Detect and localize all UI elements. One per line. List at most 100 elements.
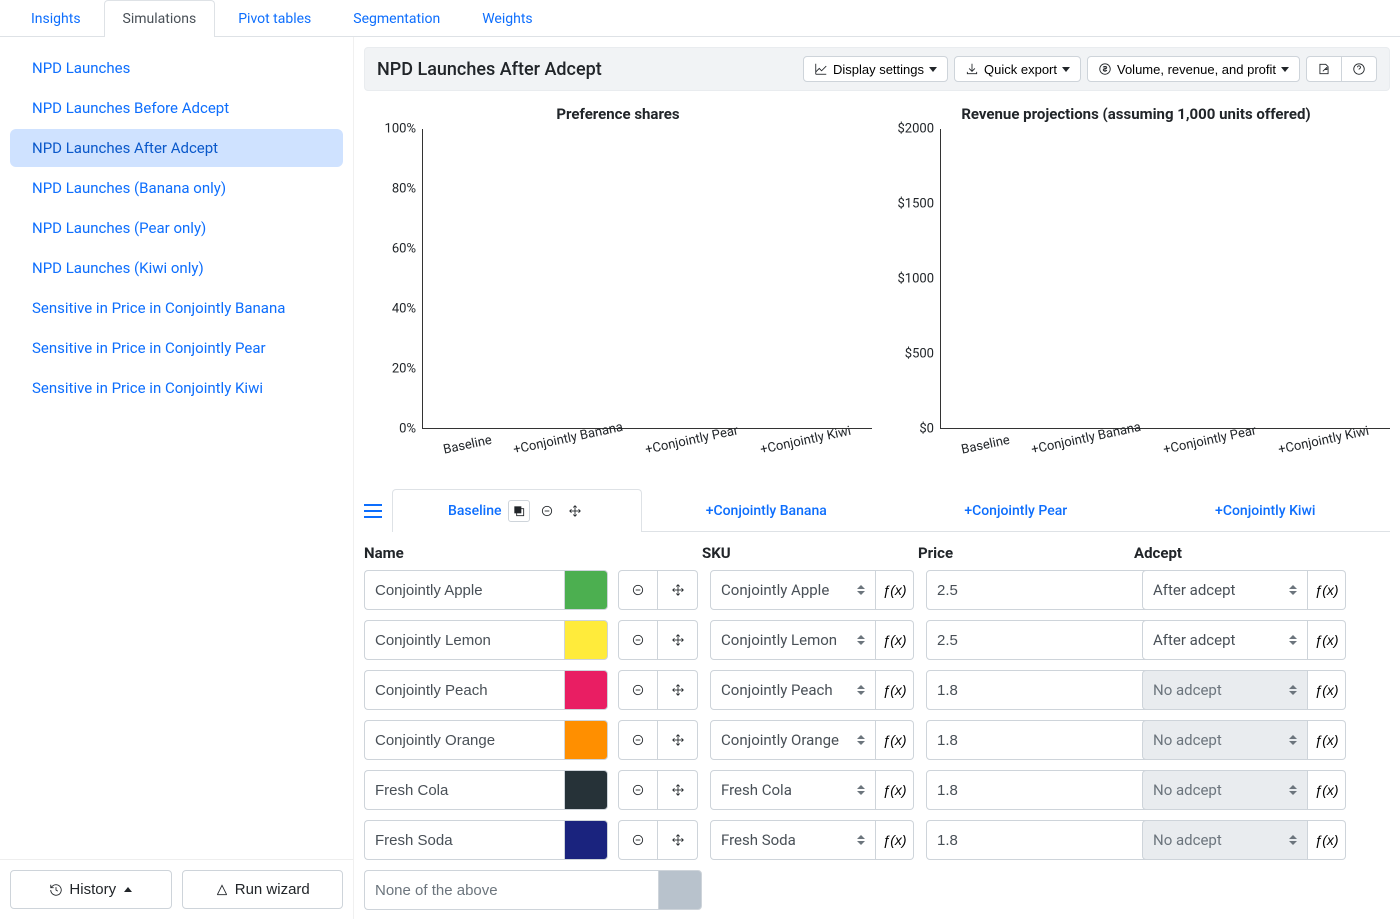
sku-select[interactable]: Conjointly Apple bbox=[710, 570, 876, 610]
color-swatch[interactable] bbox=[564, 820, 608, 860]
scenario-tab[interactable]: +Conjointly Kiwi bbox=[1141, 489, 1391, 532]
price-input[interactable] bbox=[926, 820, 1147, 860]
tab-segmentation[interactable]: Segmentation bbox=[334, 0, 459, 37]
move-button[interactable] bbox=[658, 820, 698, 860]
sidebar-item[interactable]: Sensitive in Price in Conjointly Kiwi bbox=[10, 369, 343, 407]
move-button[interactable] bbox=[658, 620, 698, 660]
fx-button[interactable]: ƒ(x) bbox=[876, 620, 914, 660]
adcept-select[interactable]: After adcept bbox=[1142, 620, 1308, 660]
sku-select[interactable]: Conjointly Orange bbox=[710, 720, 876, 760]
color-swatch[interactable] bbox=[564, 670, 608, 710]
sidebar-item[interactable]: NPD Launches (Banana only) bbox=[10, 169, 343, 207]
sku-select[interactable]: Conjointly Peach bbox=[710, 670, 876, 710]
history-button[interactable]: History bbox=[10, 870, 172, 909]
y-tick: 40% bbox=[392, 302, 416, 317]
sidebar-item[interactable]: NPD Launches After Adcept bbox=[10, 129, 343, 167]
scenario-tab-label: +Conjointly Banana bbox=[706, 503, 827, 519]
remove-button[interactable] bbox=[618, 620, 658, 660]
remove-button[interactable] bbox=[618, 770, 658, 810]
scenario-tab[interactable]: +Conjointly Banana bbox=[642, 489, 892, 532]
display-settings-button[interactable]: Display settings bbox=[803, 56, 948, 82]
price-input[interactable] bbox=[926, 570, 1147, 610]
remove-button[interactable] bbox=[618, 670, 658, 710]
move-button[interactable] bbox=[658, 770, 698, 810]
sidebar-item[interactable]: NPD Launches (Pear only) bbox=[10, 209, 343, 247]
fx-button[interactable]: ƒ(x) bbox=[1308, 570, 1346, 610]
move-icon[interactable] bbox=[564, 500, 586, 522]
fx-button[interactable]: ƒ(x) bbox=[1308, 770, 1346, 810]
tab-simulations[interactable]: Simulations bbox=[104, 0, 216, 37]
x-label: +Conjointly Banana bbox=[512, 420, 630, 482]
product-name-input[interactable] bbox=[364, 770, 564, 810]
quick-export-button[interactable]: Quick export bbox=[954, 56, 1081, 82]
help-button[interactable] bbox=[1342, 56, 1377, 82]
page-title: NPD Launches After Adcept bbox=[377, 59, 797, 80]
remove-button[interactable] bbox=[618, 720, 658, 760]
volume-revenue-button[interactable]: Volume, revenue, and profit bbox=[1087, 56, 1300, 82]
fx-button[interactable]: ƒ(x) bbox=[1308, 820, 1346, 860]
move-icon bbox=[671, 683, 685, 697]
fx-button[interactable]: ƒ(x) bbox=[1308, 670, 1346, 710]
product-name-input[interactable] bbox=[364, 820, 564, 860]
sku-select[interactable]: Fresh Soda bbox=[710, 820, 876, 860]
fx-button[interactable]: ƒ(x) bbox=[876, 670, 914, 710]
sidebar-item[interactable]: NPD Launches bbox=[10, 49, 343, 87]
color-swatch[interactable] bbox=[564, 620, 608, 660]
move-button[interactable] bbox=[658, 570, 698, 610]
scenario-tab[interactable]: Baseline bbox=[392, 489, 642, 532]
chart: Preference shares0%20%40%60%80%100%Basel… bbox=[364, 105, 872, 483]
fx-button[interactable]: ƒ(x) bbox=[876, 720, 914, 760]
remove-button[interactable] bbox=[618, 820, 658, 860]
fx-button[interactable]: ƒ(x) bbox=[1308, 720, 1346, 760]
price-input[interactable] bbox=[926, 620, 1147, 660]
main-panel: NPD Launches After Adcept Display settin… bbox=[354, 37, 1400, 919]
price-input[interactable] bbox=[926, 770, 1147, 810]
fx-button[interactable]: ƒ(x) bbox=[876, 820, 914, 860]
adcept-select[interactable]: After adcept bbox=[1142, 570, 1308, 610]
export-table-button[interactable] bbox=[1306, 56, 1342, 82]
table-row: Fresh Colaƒ(x)ƒ(x)No adceptƒ(x) bbox=[364, 770, 1390, 810]
sidebar-item[interactable]: Sensitive in Price in Conjointly Banana bbox=[10, 289, 343, 327]
fx-button[interactable]: ƒ(x) bbox=[876, 770, 914, 810]
scenario-tab[interactable]: +Conjointly Pear bbox=[891, 489, 1141, 532]
price-input[interactable] bbox=[926, 720, 1147, 760]
sku-select[interactable]: Fresh Cola bbox=[710, 770, 876, 810]
price-input[interactable] bbox=[926, 670, 1147, 710]
color-swatch[interactable] bbox=[564, 770, 608, 810]
y-tick: 20% bbox=[392, 362, 416, 377]
table-row: Conjointly Appleƒ(x)ƒ(x)After adceptƒ(x) bbox=[364, 570, 1390, 610]
move-button[interactable] bbox=[658, 720, 698, 760]
y-tick: 60% bbox=[392, 242, 416, 257]
color-swatch[interactable] bbox=[564, 720, 608, 760]
sidebar-item[interactable]: NPD Launches Before Adcept bbox=[10, 89, 343, 127]
tab-insights[interactable]: Insights bbox=[12, 0, 100, 37]
tab-weights[interactable]: Weights bbox=[463, 0, 551, 37]
title-bar: NPD Launches After Adcept Display settin… bbox=[364, 47, 1390, 91]
product-name-input[interactable] bbox=[364, 670, 564, 710]
x-label: +Conjointly Kiwi bbox=[759, 424, 858, 482]
copy-icon[interactable] bbox=[508, 500, 530, 522]
remove-button[interactable] bbox=[618, 570, 658, 610]
none-of-above-input[interactable] bbox=[364, 870, 658, 910]
none-of-above-swatch[interactable] bbox=[658, 870, 702, 910]
minus-icon[interactable] bbox=[536, 500, 558, 522]
color-swatch[interactable] bbox=[564, 570, 608, 610]
product-name-input[interactable] bbox=[364, 720, 564, 760]
compass-icon bbox=[215, 883, 229, 897]
y-tick: 80% bbox=[392, 182, 416, 197]
tab-pivot-tables[interactable]: Pivot tables bbox=[219, 0, 330, 37]
run-wizard-button[interactable]: Run wizard bbox=[182, 870, 344, 909]
scenario-menu-icon[interactable] bbox=[364, 504, 382, 518]
adcept-select: No adcept bbox=[1142, 670, 1308, 710]
sidebar-item[interactable]: Sensitive in Price in Conjointly Pear bbox=[10, 329, 343, 367]
sku-select[interactable]: Conjointly Lemon bbox=[710, 620, 876, 660]
sort-icon bbox=[1289, 685, 1297, 695]
move-button[interactable] bbox=[658, 670, 698, 710]
question-icon bbox=[1352, 62, 1366, 76]
sort-icon bbox=[1289, 785, 1297, 795]
fx-button[interactable]: ƒ(x) bbox=[876, 570, 914, 610]
product-name-input[interactable] bbox=[364, 570, 564, 610]
fx-button[interactable]: ƒ(x) bbox=[1308, 620, 1346, 660]
sidebar-item[interactable]: NPD Launches (Kiwi only) bbox=[10, 249, 343, 287]
product-name-input[interactable] bbox=[364, 620, 564, 660]
